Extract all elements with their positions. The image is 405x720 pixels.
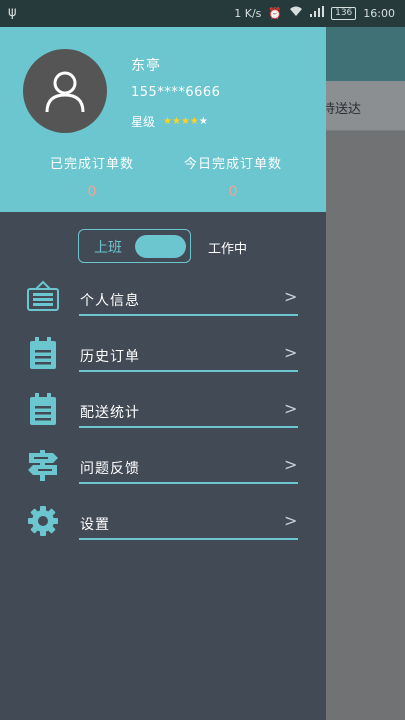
usb-icon: ψ: [8, 5, 17, 20]
star-filled-icon: ★: [180, 116, 190, 127]
menu-label: 个人信息: [80, 293, 140, 309]
user-icon: [45, 71, 85, 113]
star-rating: ★★★★★: [163, 116, 208, 127]
star-filled-icon: ★: [189, 116, 199, 127]
work-status-toggle[interactable]: 上班: [78, 229, 191, 263]
stat-label: 已完成订单数: [49, 157, 134, 172]
network-speed: 1 K/s: [234, 6, 262, 20]
work-status-text: 工作中: [208, 242, 248, 257]
menu-label: 问题反馈: [80, 461, 140, 477]
chevron-right-icon: >: [284, 343, 298, 362]
user-level: 星级 ★★★★★: [131, 113, 208, 130]
star-empty-icon: ★: [198, 116, 208, 127]
stat-value: 0: [228, 184, 238, 200]
navigation-drawer: 东亭 155****6666 星级 ★★★★★ 已完成订单数 0 今日完成订单数…: [0, 27, 326, 720]
battery-indicator: 136: [331, 6, 357, 20]
divider: [79, 538, 298, 540]
menu-item-profile[interactable]: 个人信息 >: [0, 278, 326, 334]
user-name: 东亭: [131, 58, 161, 74]
chevron-right-icon: >: [284, 455, 298, 474]
divider: [79, 482, 298, 484]
menu-item-feedback[interactable]: 问题反馈 >: [0, 446, 326, 502]
divider: [79, 426, 298, 428]
avatar[interactable]: [23, 49, 107, 133]
toggle-on-duty-label: 上班: [94, 240, 122, 256]
wifi-icon: [289, 6, 303, 20]
user-phone: 155****6666: [131, 85, 221, 100]
stat-completed-orders: 已完成订单数 0: [17, 153, 167, 200]
signpost-icon: [26, 448, 60, 482]
menu-item-delivery-stats[interactable]: 配送统计 >: [0, 390, 326, 446]
stat-today-orders: 今日完成订单数 0: [158, 153, 308, 200]
status-bar: ψ 1 K/s ⏰ 136 16:00: [0, 0, 405, 27]
clock: 16:00: [363, 6, 395, 20]
chevron-right-icon: >: [284, 287, 298, 306]
divider: [79, 314, 298, 316]
menu-item-order-history[interactable]: 历史订单 >: [0, 334, 326, 390]
alarm-icon: ⏰: [268, 6, 283, 20]
signal-icon: [310, 6, 325, 20]
background-scrim[interactable]: [326, 131, 405, 720]
star-filled-icon: ★: [163, 116, 172, 127]
clipboard-icon: [26, 392, 60, 426]
chevron-right-icon: >: [284, 511, 298, 530]
level-label: 星级: [131, 115, 156, 129]
menu-label: 历史订单: [80, 349, 140, 365]
drawer-header: 东亭 155****6666 星级 ★★★★★ 已完成订单数 0 今日完成订单数…: [0, 27, 326, 212]
gear-icon: [26, 504, 60, 538]
menu-label: 配送统计: [80, 405, 140, 421]
clipboard-icon: [26, 336, 60, 370]
star-filled-icon: ★: [171, 116, 181, 127]
menu-label: 设置: [80, 517, 110, 533]
menu-item-settings[interactable]: 设置 >: [0, 502, 326, 558]
stat-value: 0: [87, 184, 97, 200]
background-toolbar: [326, 27, 405, 81]
toggle-knob[interactable]: [135, 235, 186, 258]
chevron-right-icon: >: [284, 399, 298, 418]
stat-label: 今日完成订单数: [183, 157, 282, 172]
divider: [79, 370, 298, 372]
background-tab-label[interactable]: 待送达: [322, 98, 361, 117]
id-card-icon: [26, 280, 60, 314]
